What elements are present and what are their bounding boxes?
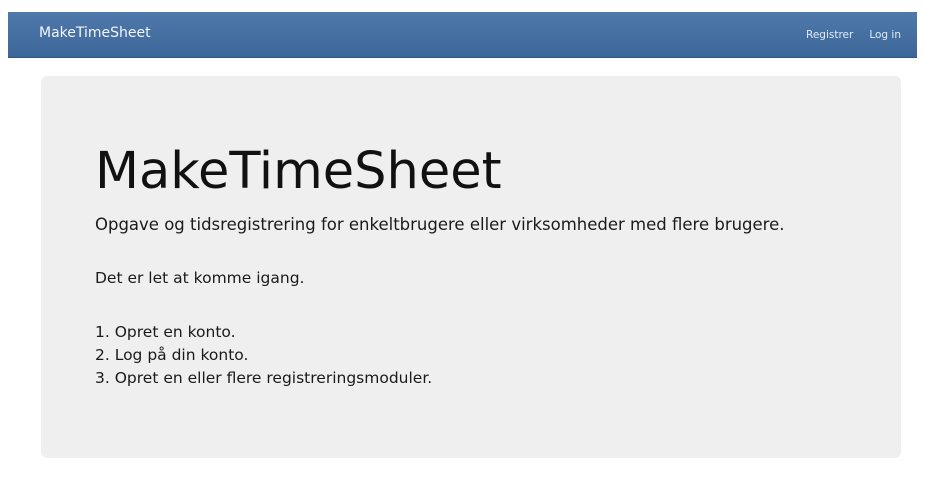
login-link[interactable]: Log in [869, 29, 901, 41]
hero-subtitle: Opgave og tidsregistrering for enkeltbru… [95, 215, 785, 234]
step-create-modules: 3. Opret en eller flere registreringsmod… [95, 369, 433, 387]
brand-link[interactable]: MakeTimeSheet [39, 25, 151, 41]
steps-list: 1. Opret en konto. 2. Log på din konto. … [95, 321, 432, 390]
hero-title: MakeTimeSheet [95, 142, 502, 201]
intro-text: Det er let at komme igang. [95, 269, 305, 287]
hero-panel: MakeTimeSheet Opgave og tidsregistrering… [41, 76, 901, 458]
nav-links: Registrer Log in [806, 29, 901, 41]
step-create-account: 1. Opret en konto. [95, 323, 236, 341]
top-navbar: MakeTimeSheet Registrer Log in [8, 12, 917, 58]
register-link[interactable]: Registrer [806, 29, 853, 41]
step-login: 2. Log på din konto. [95, 346, 249, 364]
